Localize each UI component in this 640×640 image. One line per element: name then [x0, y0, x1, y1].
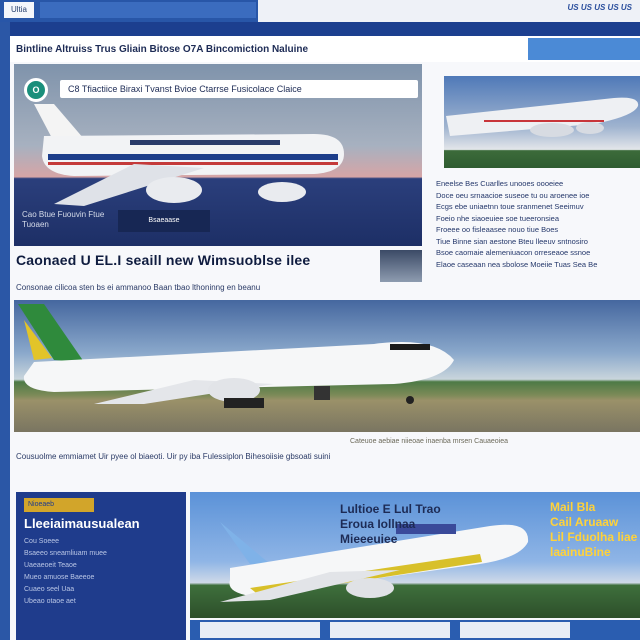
home-tab[interactable]: Ultia — [4, 2, 34, 18]
side-article-text: Eneelse Bes Cuarlles unooes oooeiee Doce… — [436, 178, 636, 270]
left-rail — [0, 22, 10, 640]
side-plane-image[interactable] — [444, 76, 640, 168]
promo-line: Uaeaeoeit Teaoe — [24, 562, 77, 569]
feature-title-line: Eroua Iollnaa — [340, 517, 416, 531]
side-text-line: Froeee oo fisleaasee nouo tiue Boes — [436, 225, 559, 234]
article-subline: Consonae cilicoa sten bs ei ammanoo Baan… — [16, 283, 261, 292]
banner-button[interactable] — [528, 38, 640, 60]
promo-line: Bsaeeo sneamliuam muee — [24, 550, 107, 557]
strip-thumb[interactable] — [460, 622, 570, 638]
caption-row — [10, 470, 640, 492]
side-text-line: Tiue Binne sian aestone Bteu lleeuv sntn… — [436, 236, 588, 246]
hero-nav-bar[interactable]: C8 Tfiactiice Biraxi Tvanst Bvioe Ctarrs… — [60, 80, 418, 98]
hero-button[interactable]: Bsaeaase — [118, 210, 210, 232]
feature-title-line: Mieeeuiee — [340, 532, 398, 546]
promo-line: Cuaeo seel Uaa — [24, 586, 75, 593]
logo-icon[interactable]: O — [24, 78, 48, 102]
top-links[interactable]: US US US US US — [568, 3, 632, 12]
feature-title[interactable]: Lultioe E Lul Trao Eroua Iollnaa Mieeeui… — [340, 502, 510, 547]
side-text-line: Ecgs ebe uniaetnn toue sranmenet Seeimuv — [436, 202, 584, 211]
promo-lines: Cou Soeee Bsaeeo sneamliuam muee Uaeaeoe… — [24, 536, 174, 608]
side-plane-illustration — [446, 97, 639, 137]
feature-side-text: Mail Bla Cail Aruaaw Lil Fduolha liae la… — [550, 500, 638, 560]
side-text-line: Bsoe caomaie alemeniuacon orreseaoe ssno… — [436, 248, 591, 257]
side-text-line: Foeio nhe siaoeuiee soe tueeronsiea — [436, 213, 560, 223]
strip-thumb[interactable] — [330, 622, 450, 638]
promo-line: Cou Soeee — [24, 538, 60, 545]
promo-tag: Nioeaeb — [24, 498, 94, 512]
strip-thumb[interactable] — [200, 622, 320, 638]
feature-title-line: Lultioe E Lul Trao — [340, 502, 441, 516]
main-plane-image[interactable] — [14, 300, 640, 432]
promo-title[interactable]: Lleeiaimausualean — [24, 516, 140, 531]
side-text-line: Eneelse Bes Cuarlles unooes oooeiee — [436, 179, 564, 188]
thumbnail-icon[interactable] — [380, 250, 422, 282]
hero-caption: Cao Btue Fuouvin Ftue Tuoaen — [22, 210, 105, 229]
feature-side-line: laainuBine — [550, 545, 611, 559]
feature-side-line: Lil Fduolha liae — [550, 530, 638, 544]
image-caption: Cousuolme emmiamet Uir pyee ol biaeoti. … — [16, 452, 331, 461]
page-title: Bintline Altruiss Trus Gliain Bitose O7A… — [16, 44, 309, 55]
image-credit: Cateuoe aebiae niieoae inaenba mrsen Cau… — [350, 438, 509, 445]
promo-line: Ubeao otaoe aet — [24, 598, 76, 605]
top-links-bar: US US US US US — [258, 0, 640, 22]
side-text-line: Doce oeu srnaacioe suseoe tu ou aroenee … — [436, 190, 590, 200]
feature-side-line: Cail Aruaaw — [550, 515, 619, 529]
article-headline[interactable]: Caonaed U EL.I seaill new Wimsuoblse ile… — [16, 252, 376, 268]
top-nav-strip[interactable] — [40, 2, 256, 18]
feature-side-line: Mail Bla — [550, 500, 596, 514]
promo-line: Mueo amuose Baeeoe — [24, 574, 95, 581]
main-plane-illustration — [18, 304, 454, 408]
side-text-line: Elaoe caseaan nea sbolose Moeiie Tuas Se… — [436, 259, 598, 269]
